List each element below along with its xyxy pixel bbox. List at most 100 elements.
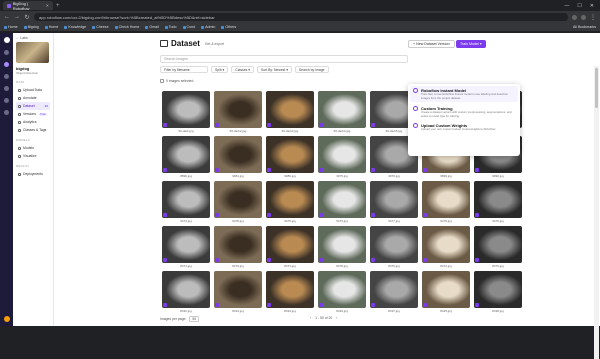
train-menu-item[interactable]: Roboflow Instant Model Train fast, a new … (410, 86, 518, 103)
select-all-checkbox[interactable] (160, 79, 164, 83)
image-thumbnail[interactable] (422, 226, 470, 263)
maximize-icon[interactable]: ☐ (577, 3, 581, 9)
image-card[interactable]: 9476.jpg (474, 181, 522, 223)
image-card[interactable]: 8476.jpg (370, 226, 418, 268)
image-card[interactable]: 8473.jpg (266, 226, 314, 268)
image-card[interactable]: 9475.jpg (266, 181, 314, 223)
image-thumbnail[interactable] (318, 181, 366, 218)
prev-page-icon[interactable]: ‹ (310, 316, 311, 320)
image-thumbnail[interactable] (162, 226, 210, 263)
close-tab-icon[interactable]: ✕ (46, 3, 49, 8)
back-arrow-icon[interactable]: ← (4, 14, 10, 20)
split-dropdown[interactable]: Split ▾ (211, 66, 229, 73)
next-page-icon[interactable]: › (336, 316, 337, 320)
all-bookmarks[interactable]: All Bookmarks (573, 25, 596, 29)
deploy-rail-icon[interactable] (4, 98, 9, 103)
bookmark-item[interactable]: Knowledge (64, 25, 86, 29)
image-card[interactable]: 8436.jpg (318, 271, 366, 313)
search-input[interactable]: Search images (160, 55, 408, 63)
image-thumbnail[interactable] (266, 136, 314, 173)
new-tab-icon[interactable]: + (56, 3, 60, 9)
sidebar-item-dataset[interactable]: Dataset 20 (16, 102, 50, 110)
bookmark-item[interactable]: Check Home (114, 25, 139, 29)
image-card[interactable]: 50-dark2.jpg (214, 91, 262, 133)
bookmark-item[interactable]: Gmail (145, 25, 159, 29)
image-card[interactable]: 8899.jpg (162, 136, 210, 178)
bookmark-item[interactable]: Cond (182, 25, 195, 29)
image-card[interactable]: 8432.jpg (162, 271, 210, 313)
universe-icon[interactable] (4, 74, 9, 79)
image-card[interactable]: 9477.jpg (370, 181, 418, 223)
scrollbar[interactable] (594, 66, 599, 359)
image-card[interactable]: 9981.jpg (214, 136, 262, 178)
image-card[interactable]: 8437.jpg (370, 271, 418, 313)
image-thumbnail[interactable] (474, 271, 522, 308)
bookmark-item[interactable]: Cheese (92, 25, 109, 29)
bookmark-item[interactable]: Others (221, 25, 236, 29)
image-thumbnail[interactable] (318, 271, 366, 308)
image-thumbnail[interactable] (162, 91, 210, 128)
minimize-icon[interactable]: — (564, 3, 569, 9)
extension-icon[interactable] (572, 14, 577, 20)
image-thumbnail[interactable] (162, 271, 210, 308)
image-thumbnail[interactable] (318, 136, 366, 173)
back-link[interactable]: ← Labs (16, 36, 50, 40)
close-window-icon[interactable]: ✕ (590, 3, 594, 9)
image-thumbnail[interactable] (370, 226, 418, 263)
train-menu-item[interactable]: Custom Training Create a dataset version … (413, 106, 515, 118)
sidebar-item-upload-data[interactable]: Upload Data (16, 86, 50, 94)
image-card[interactable]: 8433.jpg (214, 271, 262, 313)
workspace-icon[interactable] (4, 62, 9, 67)
sidebar-item-deployments[interactable]: Deployments (16, 170, 50, 178)
image-card[interactable]: 8475.jpg (474, 226, 522, 268)
image-card[interactable]: 8474.jpg (162, 226, 210, 268)
sidebar-item-models[interactable]: Models (16, 144, 50, 152)
image-thumbnail[interactable] (162, 181, 210, 218)
export-link[interactable]: Get & export (205, 42, 224, 46)
image-card[interactable]: 50-dark4.jpg (318, 91, 366, 133)
image-card[interactable]: 8438.jpg (474, 271, 522, 313)
avatar[interactable] (3, 316, 10, 322)
bookmark-item[interactable]: Admin (201, 25, 215, 29)
forward-arrow-icon[interactable]: → (14, 14, 20, 20)
image-thumbnail[interactable] (266, 181, 314, 218)
image-thumbnail[interactable] (266, 91, 314, 128)
image-card[interactable]: 8472.jpg (422, 226, 470, 268)
image-card[interactable]: 8478.jpg (318, 226, 366, 268)
sidebar-item-visualize[interactable]: Visualize (16, 152, 50, 160)
image-thumbnail[interactable] (214, 136, 262, 173)
bookmark-item[interactable]: Home (44, 25, 58, 29)
bookmark-item[interactable]: Bigdog (23, 25, 39, 29)
image-card[interactable]: 9474.jpg (162, 181, 210, 223)
image-thumbnail[interactable] (318, 91, 366, 128)
image-thumbnail[interactable] (474, 226, 522, 263)
image-thumbnail[interactable] (422, 181, 470, 218)
sidebar-item-versions[interactable]: Versions Train (16, 110, 50, 118)
image-card[interactable]: 3975.jpg (318, 136, 366, 178)
settings-icon[interactable] (4, 110, 9, 115)
image-thumbnail[interactable] (370, 271, 418, 308)
image-thumbnail[interactable] (266, 226, 314, 263)
scrollbar-thumb[interactable] (595, 68, 598, 108)
browser-tab[interactable]: BigDog | Roboflow ✕ (3, 1, 53, 11)
sort-dropdown[interactable]: Sort By: Newest ▾ (256, 66, 292, 73)
image-card[interactable]: 9478.jpg (214, 181, 262, 223)
train-model-button[interactable]: Train Model ▾ (456, 40, 486, 48)
image-card[interactable]: 8434.jpg (266, 271, 314, 313)
image-card[interactable]: 9473.jpg (318, 181, 366, 223)
train-menu-item[interactable]: Upload Custom Weights Upload your own cus… (413, 123, 515, 132)
image-thumbnail[interactable] (162, 136, 210, 173)
image-thumbnail[interactable] (474, 181, 522, 218)
sidebar-item-annotate[interactable]: Annotate (16, 94, 50, 102)
image-card[interactable]: 50-dark.jpg (162, 91, 210, 133)
filename-filter-input[interactable]: Filter by filename (160, 66, 208, 73)
image-thumbnail[interactable] (318, 226, 366, 263)
image-thumbnail[interactable] (370, 181, 418, 218)
roboflow-logo-icon[interactable] (3, 37, 10, 43)
per-page-select[interactable]: 50 (189, 316, 200, 322)
image-thumbnail[interactable] (266, 271, 314, 308)
classes-dropdown[interactable]: Classes ▾ (231, 66, 254, 73)
image-card[interactable]: 9986.jpg (266, 136, 314, 178)
url-input[interactable]: app.roboflow.com/ocr-2/bigdog-cnn9r/brow… (34, 13, 568, 21)
projects-icon[interactable] (4, 50, 9, 55)
